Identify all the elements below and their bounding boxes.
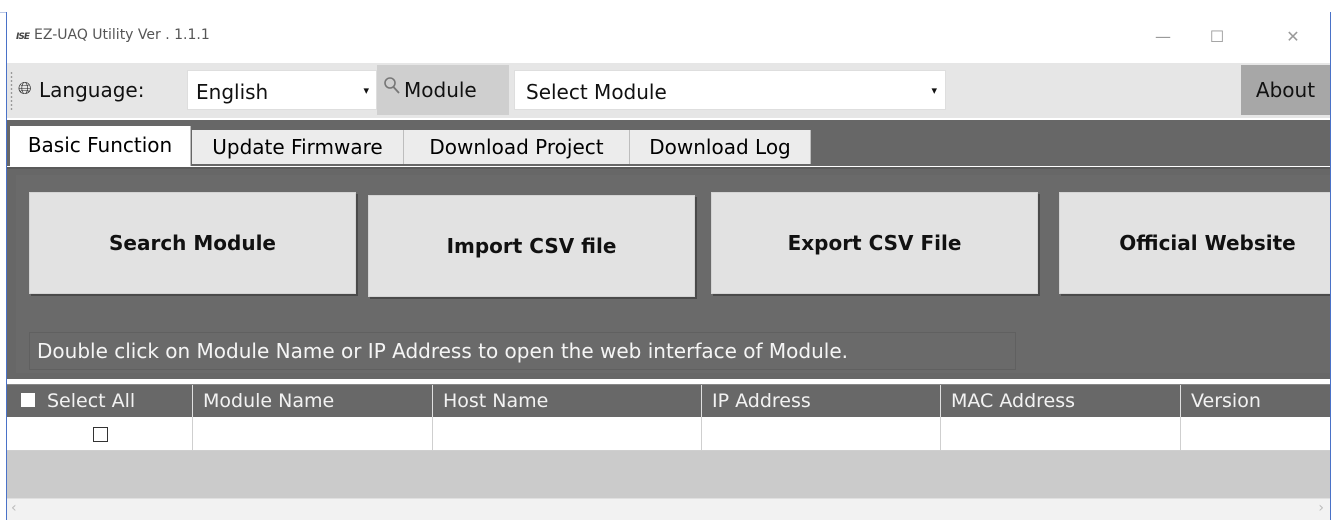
action-area: Search Module Import CSV file Export CSV…	[16, 175, 1330, 373]
tab-download-log[interactable]: Download Log	[630, 130, 811, 164]
column-header-mac-address[interactable]: MAC Address	[941, 385, 1181, 417]
toolbar: 🌐︎ Language: English ▾ Module Select Mod…	[7, 63, 1330, 118]
search-module-button[interactable]: Search Module	[29, 192, 356, 294]
about-button[interactable]: About	[1241, 65, 1330, 115]
column-header-select-all[interactable]: Select All	[7, 385, 193, 417]
table-row[interactable]	[7, 417, 1330, 451]
tab-download-project[interactable]: Download Project	[404, 130, 630, 164]
chevron-down-icon: ▾	[363, 84, 369, 97]
search-icon	[383, 76, 401, 101]
mac-address-cell[interactable]	[941, 417, 1181, 451]
module-grid-header: Select All Module Name Host Name IP Addr…	[7, 384, 1330, 417]
language-label: Language:	[39, 78, 145, 102]
module-button-label: Module	[404, 78, 477, 102]
hint-text: Double click on Module Name or IP Addres…	[37, 339, 848, 363]
column-header-host-name[interactable]: Host Name	[433, 385, 702, 417]
scroll-left-icon[interactable]: ‹	[11, 500, 17, 516]
official-website-button[interactable]: Official Website	[1059, 192, 1330, 294]
search-icon-svg	[384, 77, 400, 94]
row-select-cell[interactable]	[7, 417, 193, 451]
column-header-version[interactable]: Version	[1181, 385, 1330, 417]
language-select-value: English	[196, 80, 269, 104]
tab-update-firmware[interactable]: Update Firmware	[192, 130, 404, 164]
hint-box: Double click on Module Name or IP Addres…	[29, 332, 1016, 370]
module-button[interactable]: Module	[377, 65, 509, 115]
globe-icon: 🌐︎	[18, 79, 32, 99]
module-select-value: Select Module	[526, 80, 667, 104]
maximize-button[interactable]: ☐	[1197, 22, 1237, 52]
title-bar[interactable]: ISE EZ-UAQ Utility Ver . 1.1.1 — ☐ ✕	[7, 12, 1330, 62]
app-window: ISE EZ-UAQ Utility Ver . 1.1.1 — ☐ ✕ 🌐︎ …	[6, 12, 1331, 520]
row-checkbox[interactable]	[93, 427, 108, 442]
version-cell[interactable]	[1181, 417, 1330, 451]
tab-basic-function[interactable]: Basic Function	[10, 126, 191, 166]
host-name-cell[interactable]	[433, 417, 702, 451]
close-button[interactable]: ✕	[1273, 22, 1313, 52]
chevron-down-icon: ▾	[931, 84, 937, 97]
module-select[interactable]: Select Module ▾	[514, 70, 946, 110]
column-header-module-name[interactable]: Module Name	[193, 385, 433, 417]
column-header-label: Select All	[47, 390, 136, 412]
toolbar-grip-handle[interactable]	[10, 71, 13, 111]
language-select[interactable]: English ▾	[187, 70, 377, 110]
import-csv-button[interactable]: Import CSV file	[368, 195, 695, 297]
minimize-button[interactable]: —	[1143, 22, 1183, 52]
module-name-cell[interactable]	[193, 417, 433, 451]
scroll-right-icon[interactable]: ›	[1318, 500, 1324, 516]
horizontal-scrollbar[interactable]: ‹ ›	[7, 498, 1330, 520]
column-header-ip-address[interactable]: IP Address	[702, 385, 941, 417]
ip-address-cell[interactable]	[702, 417, 941, 451]
grid-empty-area	[7, 451, 1330, 498]
tab-strip: Basic Function Update Firmware Download …	[7, 120, 1330, 166]
app-logo-icon: ISE	[16, 32, 30, 42]
window-title: EZ-UAQ Utility Ver . 1.1.1	[34, 27, 210, 43]
export-csv-button[interactable]: Export CSV File	[711, 192, 1038, 294]
basic-function-panel: Search Module Import CSV file Export CSV…	[7, 167, 1330, 381]
select-all-checkbox[interactable]	[21, 393, 35, 407]
